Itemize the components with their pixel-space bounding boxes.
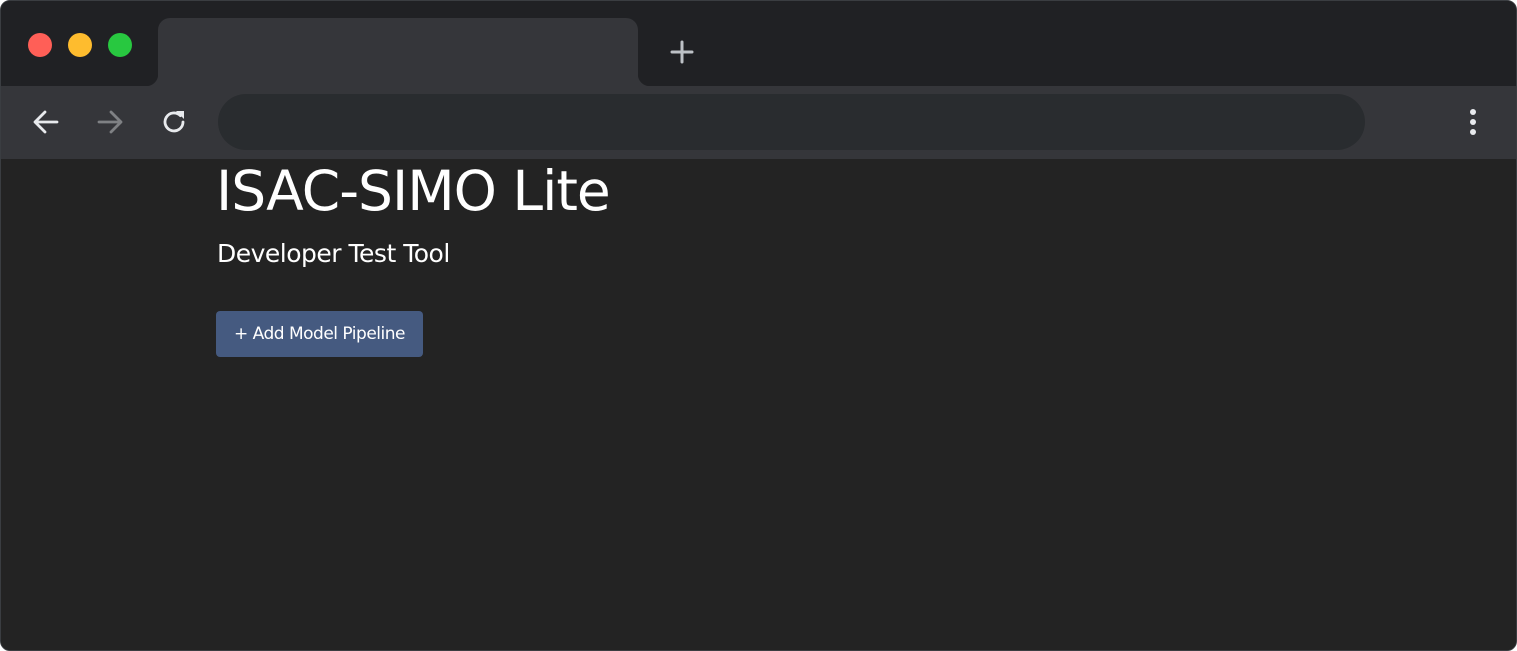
add-model-pipeline-button[interactable]: + Add Model Pipeline [216,311,423,357]
tab-strip [1,1,1516,86]
close-window-button[interactable] [28,33,52,57]
browser-menu-button[interactable] [1455,104,1491,140]
new-tab-button[interactable] [665,35,699,69]
more-vertical-icon [1470,109,1476,135]
page-subtitle: Developer Test Tool [217,239,450,268]
plus-icon [670,40,694,64]
minimize-window-button[interactable] [68,33,92,57]
browser-toolbar [1,86,1516,159]
address-bar[interactable] [218,94,1365,150]
arrow-right-icon [97,110,123,134]
arrow-left-icon [33,110,59,134]
reload-icon [163,111,185,133]
page-title: ISAC-SIMO Lite [216,159,611,223]
page-content: ISAC-SIMO Lite Developer Test Tool + Add… [1,159,1516,650]
forward-button[interactable] [92,104,128,140]
active-tab[interactable] [146,18,650,86]
reload-button[interactable] [156,104,192,140]
browser-window: ISAC-SIMO Lite Developer Test Tool + Add… [0,0,1517,651]
maximize-window-button[interactable] [108,33,132,57]
back-button[interactable] [28,104,64,140]
